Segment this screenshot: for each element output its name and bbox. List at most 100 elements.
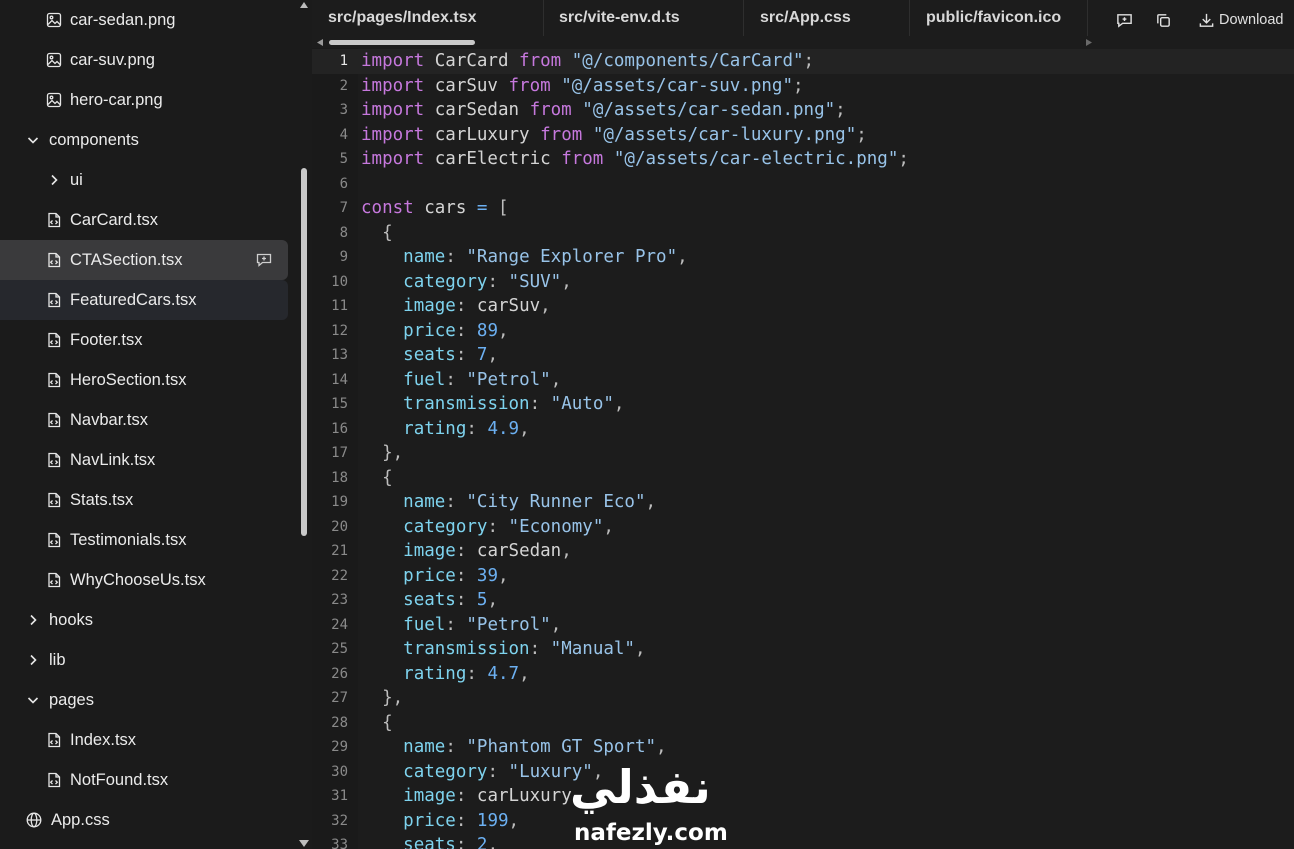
file-index-tsx[interactable]: Index.tsx — [0, 720, 288, 760]
code-line[interactable]: 26 rating: 4.7, — [312, 662, 1294, 687]
code-line[interactable]: 29 name: "Phantom GT Sport", — [312, 735, 1294, 760]
code-editor[interactable]: 1 import CarCard from "@/components/CarCa… — [312, 48, 1294, 849]
chevron-down-icon[interactable] — [25, 692, 41, 708]
code-token-punc: , — [498, 320, 509, 341]
file-footer-tsx[interactable]: Footer.tsx — [0, 320, 288, 360]
file-app-css[interactable]: App.css — [0, 800, 288, 840]
code-text: price: 39, — [361, 564, 509, 589]
file-testimonials-tsx[interactable]: Testimonials.tsx — [0, 520, 288, 560]
line-number: 33 — [331, 837, 348, 849]
chat-add-icon — [1117, 13, 1132, 28]
file-car-suv-png[interactable]: car-suv.png — [0, 40, 288, 80]
code-text: seats: 2, — [361, 833, 498, 849]
code-token-punc: ; — [856, 124, 867, 145]
code-line[interactable]: 13 seats: 7, — [312, 343, 1294, 368]
code-line[interactable]: 20 category: "Economy", — [312, 515, 1294, 540]
file-navlink-tsx[interactable]: NavLink.tsx — [0, 440, 288, 480]
tab-scrollbar-thumb[interactable] — [329, 40, 475, 45]
scroll-right-arrow-icon[interactable] — [1086, 39, 1092, 46]
code-line[interactable]: 32 price: 199, — [312, 809, 1294, 834]
chevron-down-icon[interactable] — [25, 132, 41, 148]
code-line[interactable]: 21 image: carSedan, — [312, 539, 1294, 564]
file-car-sedan-png[interactable]: car-sedan.png — [0, 0, 288, 40]
folder-lib[interactable]: lib — [0, 640, 288, 680]
file-ctasection-tsx[interactable]: CTASection.tsx — [0, 240, 288, 280]
chevron-right-icon[interactable] — [46, 172, 62, 188]
folder-components[interactable]: components — [0, 120, 288, 160]
code-line[interactable]: 5 import carElectric from "@/assets/car-e… — [312, 147, 1294, 172]
code-line[interactable]: 19 name: "City Runner Eco", — [312, 490, 1294, 515]
code-line[interactable]: 4 import carLuxury from "@/assets/car-lux… — [312, 123, 1294, 148]
code-line[interactable]: 16 rating: 4.9, — [312, 417, 1294, 442]
copy-button[interactable] — [1155, 10, 1172, 30]
code-line[interactable]: 7 const cars = [ — [312, 196, 1294, 221]
code-line[interactable]: 25 transmission: "Manual", — [312, 637, 1294, 662]
file-notfound-tsx[interactable]: NotFound.tsx — [0, 760, 288, 800]
code-line[interactable]: 31 image: carLuxury, — [312, 784, 1294, 809]
code-line[interactable]: 28 { — [312, 711, 1294, 736]
file-whychooseus-tsx[interactable]: WhyChooseUs.tsx — [0, 560, 288, 600]
code-token-punc: : — [455, 786, 477, 806]
code-text: name: "Phantom GT Sport", — [361, 735, 666, 760]
folder-pages[interactable]: pages — [0, 680, 288, 720]
code-token-prop: image — [403, 296, 456, 316]
code-line[interactable]: 6 — [312, 172, 1294, 197]
code-token-punc: { — [382, 712, 393, 733]
code-line[interactable]: 9 name: "Range Explorer Pro", — [312, 245, 1294, 270]
scroll-up-arrow-icon[interactable] — [300, 2, 308, 8]
code-text: { — [361, 711, 393, 736]
code-token-prop: category — [403, 516, 488, 537]
code-token-str: "Economy" — [508, 516, 604, 537]
code-text: import carElectric from "@/assets/car-el… — [361, 147, 909, 172]
download-button[interactable]: Download — [1198, 10, 1284, 30]
code-token-ident — [361, 296, 403, 316]
tab-index-tsx[interactable]: src/pages/Index.tsx — [312, 0, 544, 36]
code-line[interactable]: 8 { — [312, 221, 1294, 246]
folder-ui[interactable]: ui — [0, 160, 288, 200]
scroll-left-arrow-icon[interactable] — [317, 39, 323, 46]
code-line[interactable]: 10 category: "SUV", — [312, 270, 1294, 295]
code-line[interactable]: 3 import carSedan from "@/assets/car-seda… — [312, 98, 1294, 123]
code-line[interactable]: 14 fuel: "Petrol", — [312, 368, 1294, 393]
code-token-ident — [361, 492, 403, 512]
code-line[interactable]: 12 price: 89, — [312, 319, 1294, 344]
download-label: Download — [1219, 12, 1284, 28]
file-navbar-tsx[interactable]: Navbar.tsx — [0, 400, 288, 440]
code-line[interactable]: 2 import carSuv from "@/assets/car-suv.pn… — [312, 74, 1294, 99]
scroll-down-arrow-icon[interactable] — [299, 840, 309, 847]
file-hero-car-png[interactable]: hero-car.png — [0, 80, 288, 120]
tab-app-css[interactable]: src/App.css — [744, 0, 910, 36]
code-line[interactable]: 23 seats: 5, — [312, 588, 1294, 613]
tree-item-label: Index.tsx — [70, 730, 137, 749]
code-line[interactable]: 30 category: "Luxury", — [312, 760, 1294, 785]
code-token-punc: , — [498, 565, 509, 586]
add-to-chat-button[interactable] — [1116, 10, 1133, 30]
code-line[interactable]: 24 fuel: "Petrol", — [312, 613, 1294, 638]
chevron-right-icon[interactable] — [25, 652, 41, 668]
sidebar-scrollbar-thumb[interactable] — [301, 168, 307, 536]
file-featuredcars-tsx[interactable]: FeaturedCars.tsx — [0, 280, 288, 320]
chat-add-icon[interactable] — [256, 252, 272, 268]
file-stats-tsx[interactable]: Stats.tsx — [0, 480, 288, 520]
file-carcard-tsx[interactable]: CarCard.tsx — [0, 200, 288, 240]
code-line[interactable]: 22 price: 39, — [312, 564, 1294, 589]
code-token-prop: rating — [403, 418, 467, 439]
code-line[interactable]: 15 transmission: "Auto", — [312, 392, 1294, 417]
code-line[interactable]: 17 }, — [312, 441, 1294, 466]
code-line[interactable]: 33 seats: 2, — [312, 833, 1294, 849]
code-line[interactable]: 11 image: carSuv, — [312, 294, 1294, 319]
tab-vite-env[interactable]: src/vite-env.d.ts — [544, 0, 744, 36]
code-token-num: 4.9 — [487, 418, 520, 439]
code-line[interactable]: 27 }, — [312, 686, 1294, 711]
line-number: 31 — [331, 788, 348, 804]
code-token-punc: }, — [382, 688, 404, 708]
code-token-ident — [361, 541, 403, 561]
code-token-ident — [361, 762, 403, 782]
chevron-right-icon[interactable] — [25, 612, 41, 628]
code-line[interactable]: 1 import CarCard from "@/components/CarCa… — [312, 49, 1294, 74]
code-line[interactable]: 18 { — [312, 466, 1294, 491]
file-herosection-tsx[interactable]: HeroSection.tsx — [0, 360, 288, 400]
tab-favicon[interactable]: public/favicon.ico — [910, 0, 1088, 36]
folder-hooks[interactable]: hooks — [0, 600, 288, 640]
code-token-str: "@/assets/car-sedan.png" — [582, 100, 836, 120]
